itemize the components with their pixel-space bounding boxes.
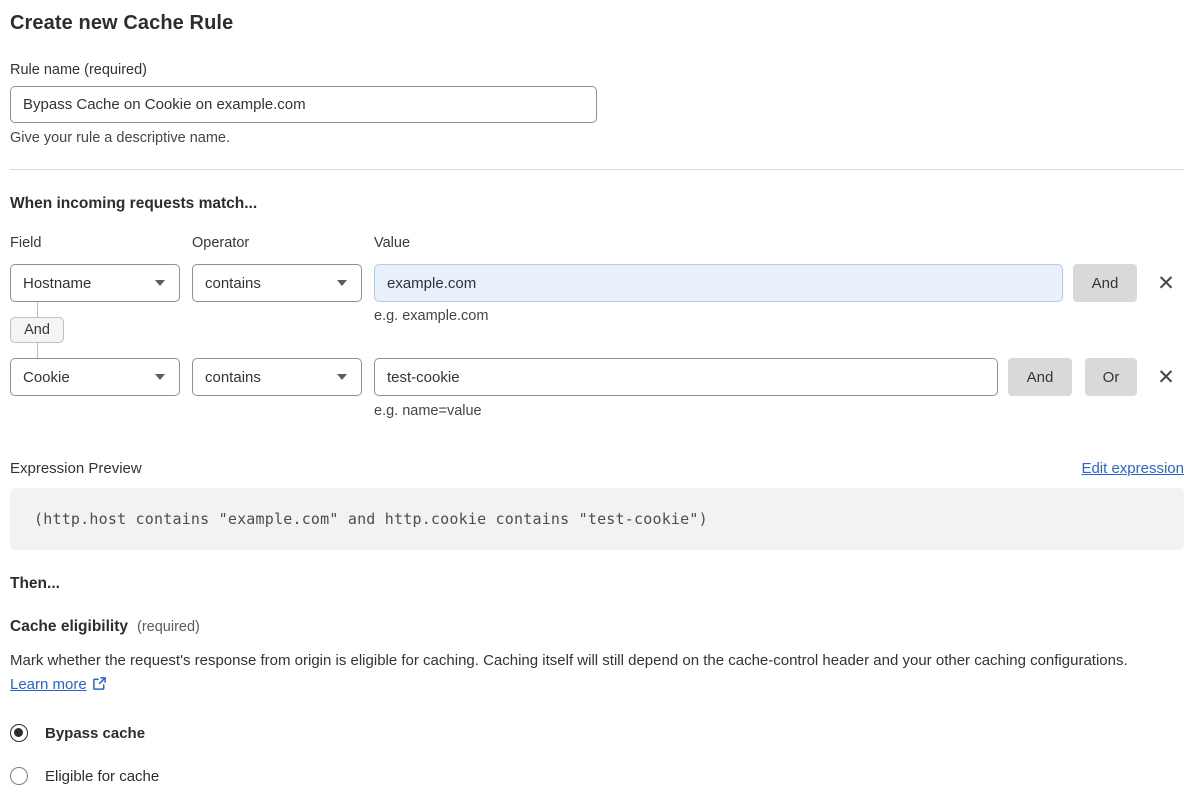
remove-row-2-icon[interactable]: ✕ xyxy=(1153,362,1179,392)
rule-name-label: Rule name (required) xyxy=(10,62,148,78)
operator-select-1[interactable]: contains xyxy=(192,264,362,302)
expression-preview-label: Expression Preview xyxy=(10,460,142,477)
value-input-2[interactable] xyxy=(374,358,998,396)
match-heading: When incoming requests match... xyxy=(10,195,258,212)
value-hint-1: e.g. example.com xyxy=(374,308,489,324)
edit-expression-link[interactable]: Edit expression xyxy=(1081,460,1184,477)
field-select-1-value: Hostname xyxy=(23,274,92,292)
radio-option-bypass-cache[interactable]: Bypass cache xyxy=(10,723,1184,743)
cache-eligibility-heading: Cache eligibility xyxy=(10,618,129,635)
external-link-icon xyxy=(92,675,107,699)
value-hint-2: e.g. name=value xyxy=(374,403,482,419)
field-select-2[interactable]: Cookie xyxy=(10,358,180,396)
field-select-1[interactable]: Hostname xyxy=(10,264,180,302)
radio-label: Eligible for cache xyxy=(45,767,160,785)
rule-name-input[interactable] xyxy=(10,86,597,123)
column-labels: Field Operator Value xyxy=(10,235,1184,251)
description-text: Mark whether the request's response from… xyxy=(10,652,1128,669)
page-title: Create new Cache Rule xyxy=(10,12,234,34)
chevron-down-icon xyxy=(155,374,165,380)
radio-label: Bypass cache xyxy=(45,724,146,742)
field-select-2-value: Cookie xyxy=(23,368,70,386)
row-gap: And e.g. example.com xyxy=(10,302,1184,358)
or-button-row-2[interactable]: Or xyxy=(1085,358,1137,396)
chevron-down-icon xyxy=(337,280,347,286)
and-button-row-1[interactable]: And xyxy=(1073,264,1137,302)
connector-line-top xyxy=(36,302,38,317)
expression-code-block: (http.host contains "example.com" and ht… xyxy=(10,488,1184,550)
value-column-label: Value xyxy=(374,235,411,251)
chevron-down-icon xyxy=(337,374,347,380)
learn-more-link[interactable]: Learn more xyxy=(10,676,87,693)
connector-and-chip[interactable]: And xyxy=(10,317,64,343)
radio-option-eligible-for-cache[interactable]: Eligible for cache xyxy=(10,766,1184,786)
remove-row-1-icon[interactable]: ✕ xyxy=(1153,268,1179,298)
connector-line-bottom xyxy=(36,343,38,358)
cache-eligibility-heading-row: Cache eligibility (required) xyxy=(10,618,1184,636)
operator-select-2[interactable]: contains xyxy=(192,358,362,396)
condition-row-1: Hostname contains And ✕ xyxy=(10,264,1184,302)
radio-icon[interactable] xyxy=(10,724,28,742)
operator-select-1-value: contains xyxy=(205,274,261,292)
operator-select-2-value: contains xyxy=(205,368,261,386)
required-note: (required) xyxy=(137,619,200,635)
expression-code: (http.host contains "example.com" and ht… xyxy=(34,510,708,528)
rule-name-help: Give your rule a descriptive name. xyxy=(10,130,231,146)
radio-icon[interactable] xyxy=(10,767,28,785)
and-button-row-2[interactable]: And xyxy=(1008,358,1072,396)
section-divider xyxy=(10,169,1184,170)
field-column-label: Field xyxy=(10,235,42,251)
condition-row-2: Cookie contains And Or ✕ xyxy=(10,358,1184,396)
expression-header: Expression Preview Edit expression xyxy=(10,460,1184,477)
operator-column-label: Operator xyxy=(192,235,250,251)
cache-eligibility-description: Mark whether the request's response from… xyxy=(10,649,1170,699)
value-input-1[interactable] xyxy=(374,264,1063,302)
row-connector: And xyxy=(10,302,64,358)
then-heading: Then... xyxy=(10,575,60,592)
chevron-down-icon xyxy=(155,280,165,286)
